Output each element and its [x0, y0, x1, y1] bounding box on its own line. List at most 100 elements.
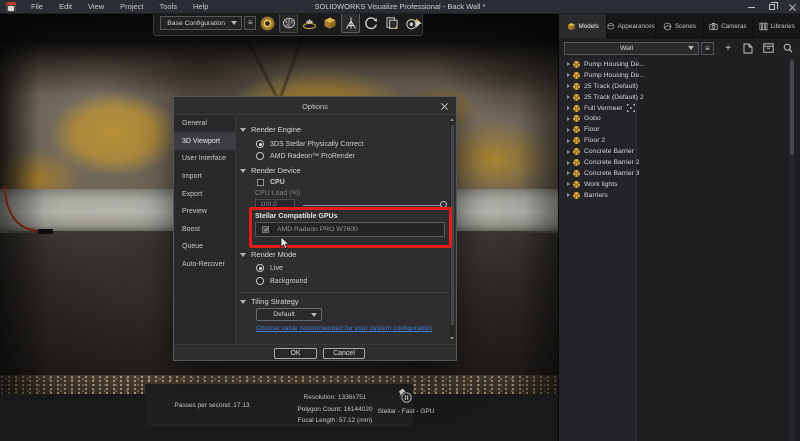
appearance-ring-button[interactable] — [258, 13, 277, 33]
ok-button[interactable]: OK — [274, 348, 317, 359]
dialog-scrollbar[interactable] — [450, 117, 454, 341]
options-nav-export[interactable]: Export — [174, 185, 236, 203]
options-nav-3d-viewport[interactable]: 3D Viewport — [174, 133, 236, 151]
panel-scrollbar-thumb[interactable] — [790, 60, 794, 155]
collapse-icon — [240, 169, 246, 173]
clipboard-button[interactable] — [383, 13, 402, 33]
tree-item-concrete-barrier-2[interactable]: Concrete Barrier 2 — [559, 157, 637, 168]
menu-file[interactable]: File — [23, 0, 51, 14]
scroll-down-icon[interactable] — [450, 337, 454, 340]
cpu-load-input[interactable]: 100.0 — [255, 199, 295, 210]
cpu-load-slider[interactable] — [303, 205, 445, 206]
expand-icon[interactable] — [567, 95, 570, 99]
toolbar-pin-icon[interactable] — [414, 20, 422, 29]
radio-off-icon[interactable] — [256, 277, 264, 285]
panel-scrollbar[interactable] — [789, 58, 794, 441]
tree-item-25-track-2[interactable]: 25 Track (Default) 2 — [559, 92, 637, 103]
cancel-button[interactable]: Cancel — [323, 348, 365, 359]
menu-view[interactable]: View — [80, 0, 112, 14]
tab-appearances[interactable]: Appearances — [607, 14, 655, 38]
menu-edit[interactable]: Edit — [51, 0, 80, 14]
options-nav-queue[interactable]: Queue — [174, 238, 236, 256]
expand-icon[interactable] — [567, 62, 570, 66]
radio-on-icon[interactable] — [256, 140, 264, 148]
menu-help[interactable]: Help — [185, 0, 216, 14]
radio-background[interactable]: Background — [256, 277, 307, 285]
expand-icon[interactable] — [567, 171, 570, 175]
options-nav-preview[interactable]: Preview — [174, 203, 236, 221]
tree-item-gobo[interactable]: Gobo — [559, 114, 637, 125]
menu-tools[interactable]: Tools — [152, 0, 186, 14]
tree-item-floor[interactable]: Floor — [559, 124, 637, 135]
search-button[interactable] — [782, 42, 794, 55]
expand-icon[interactable] — [567, 139, 570, 143]
radio-stellar[interactable]: 3DS Stellar Physically Correct — [256, 140, 363, 148]
tree-item-concrete-barrier-3[interactable]: Concrete Barrier 3 — [559, 168, 637, 179]
tab-cameras[interactable]: Cameras — [704, 14, 752, 38]
expand-icon[interactable] — [567, 182, 570, 186]
gpu-list-item[interactable]: AMD Radeon PRO W7600 — [255, 222, 445, 237]
tree-item-concrete-barrier[interactable]: Concrete Barrier — [559, 146, 637, 157]
options-nav-auto-recover[interactable]: Auto-Recover — [174, 256, 236, 274]
options-nav-general[interactable]: General — [174, 115, 236, 133]
options-dialog-titlebar[interactable]: Options — [174, 97, 456, 115]
model-cube-button[interactable] — [321, 13, 340, 33]
options-nav-import[interactable]: Import — [174, 168, 236, 186]
tree-item-pump-housing-1[interactable]: Pump Housing De... — [559, 59, 637, 70]
checkbox-cpu[interactable]: CPU — [257, 179, 285, 186]
expand-icon[interactable] — [567, 161, 570, 165]
cpu-load-slider-handle[interactable] — [440, 201, 447, 208]
status-pin-icon[interactable] — [398, 388, 406, 397]
tiling-strategy-select[interactable]: Default — [256, 308, 322, 321]
tripod-button[interactable] — [341, 13, 360, 33]
status-focal-length: Focal Length: 57.12 (mm) — [275, 415, 395, 427]
radio-prorender[interactable]: AMD Radeon™ ProRender — [256, 152, 355, 160]
library-save-button[interactable] — [762, 42, 774, 55]
recommended-config-link[interactable]: Choose value recommended for your system… — [256, 325, 432, 332]
options-nav-boost[interactable]: Boost — [174, 221, 236, 239]
menu-project[interactable]: Project — [112, 0, 151, 14]
close-icon[interactable] — [789, 4, 796, 11]
expand-icon[interactable] — [567, 128, 570, 132]
expand-icon[interactable] — [567, 84, 570, 88]
denoiser-button[interactable] — [279, 13, 298, 33]
tree-item-barriers[interactable]: Barriers — [559, 190, 637, 201]
tree-item-pump-housing-2[interactable]: Pump Housing De... — [559, 70, 637, 81]
dialog-scrollbar-thumb[interactable] — [451, 125, 454, 325]
section-render-mode[interactable]: Render Mode — [240, 250, 296, 259]
options-nav-user-interface[interactable]: User Interface — [174, 150, 236, 168]
tab-models[interactable]: Models — [559, 14, 607, 38]
expand-icon[interactable] — [567, 117, 570, 121]
tree-item-work-lights[interactable]: Work lights — [559, 179, 637, 190]
tree-item-floor-2[interactable]: Floor 2 — [559, 135, 637, 146]
tab-libraries[interactable]: Libraries — [753, 14, 800, 38]
add-model-button[interactable]: + — [722, 42, 734, 55]
section-render-device[interactable]: Render Device — [240, 166, 301, 175]
palette-menu-button[interactable]: ≡ — [701, 42, 714, 55]
expand-icon[interactable] — [567, 106, 570, 110]
checkbox-off-icon[interactable] — [257, 179, 264, 186]
section-render-engine[interactable]: Render Engine — [240, 125, 301, 134]
restore-icon[interactable] — [769, 4, 775, 10]
configuration-menu-button[interactable]: ≡ — [244, 16, 256, 30]
tab-scenes[interactable]: Scenes — [656, 14, 704, 38]
turntable-button[interactable] — [300, 13, 319, 33]
minimize-icon[interactable] — [748, 7, 755, 8]
cameras-icon — [709, 22, 718, 31]
expand-icon[interactable] — [567, 150, 570, 154]
reset-rotate-button[interactable] — [362, 13, 381, 33]
tree-item-25-track[interactable]: 25 Track (Default) — [559, 81, 637, 92]
section-tiling-strategy[interactable]: Tiling Strategy — [240, 297, 299, 306]
radio-on-icon[interactable] — [256, 264, 264, 272]
scroll-up-icon[interactable] — [450, 118, 454, 121]
tree-item-full-vermeer[interactable]: Full Vermeer — [559, 103, 637, 114]
radio-off-icon[interactable] — [256, 152, 264, 160]
radio-live[interactable]: Live — [256, 264, 283, 272]
expand-icon[interactable] — [567, 193, 570, 197]
close-icon[interactable] — [440, 102, 449, 111]
expand-icon[interactable] — [567, 73, 570, 77]
export-button[interactable] — [742, 42, 754, 55]
configuration-select[interactable]: Base Configuration — [160, 16, 242, 30]
palette-select-value: Wall — [565, 45, 688, 52]
palette-select[interactable]: Wall — [564, 42, 699, 55]
